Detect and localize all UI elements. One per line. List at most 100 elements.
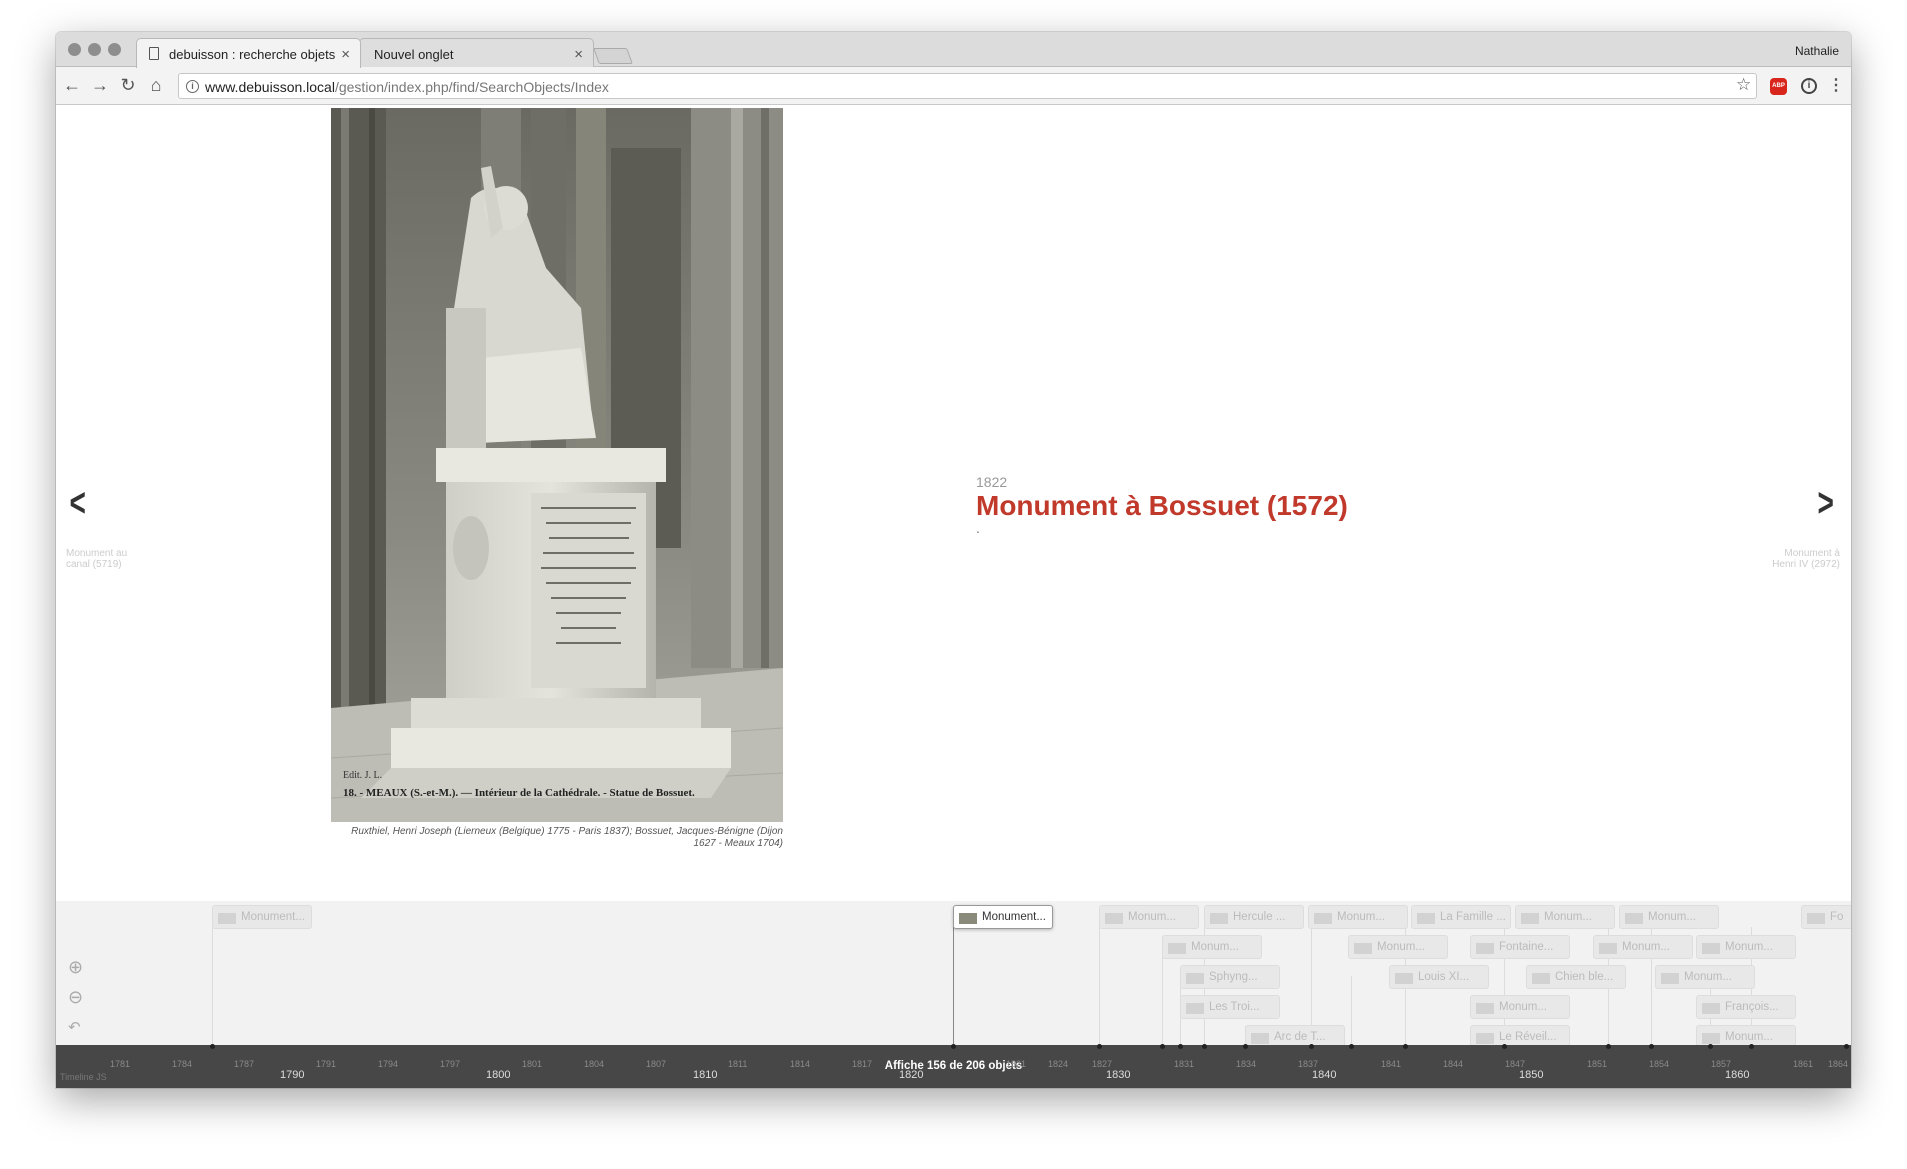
- axis-marker: [1160, 1044, 1165, 1049]
- slide-title: Monument à Bossuet (1572): [976, 490, 1348, 521]
- thumbnail: [1417, 913, 1435, 924]
- thumbnail: [1395, 973, 1413, 984]
- timeline-card[interactable]: François...: [1696, 995, 1796, 1019]
- adblock-icon[interactable]: ABP: [1770, 78, 1787, 95]
- timeline-card[interactable]: Monum...: [1348, 935, 1448, 959]
- axis-tick: 1804: [584, 1059, 605, 1069]
- close-icon[interactable]: ×: [574, 46, 583, 63]
- timeline-card[interactable]: Monum...: [1655, 965, 1755, 989]
- timeline-card[interactable]: Fontaine...: [1470, 935, 1570, 959]
- axis-marker: [1403, 1044, 1408, 1049]
- axis-tick: 1791: [316, 1059, 337, 1069]
- axis-tick: 1831: [1174, 1059, 1195, 1069]
- tab-nouvel-onglet[interactable]: Nouvel onglet ×: [359, 38, 594, 68]
- thumbnail: [1105, 913, 1123, 924]
- axis-tick: 1857: [1711, 1059, 1732, 1069]
- prev-slide-label[interactable]: Monument au canal (5719): [66, 548, 136, 570]
- bookmark-star-icon[interactable]: ☆: [1736, 75, 1751, 95]
- thumbnail: [1210, 913, 1228, 924]
- back-arrow-icon[interactable]: ←: [62, 75, 82, 96]
- extension-info-icon[interactable]: i: [1801, 78, 1817, 94]
- prev-slide-chevron-icon[interactable]: <: [70, 481, 86, 526]
- slide-date: 1822: [976, 474, 1008, 490]
- timeline-card[interactable]: Monum...: [1619, 905, 1719, 929]
- close-window-button[interactable]: [68, 43, 81, 56]
- thumbnail: [1599, 943, 1617, 954]
- back-to-start-icon[interactable]: ↶: [68, 1018, 81, 1036]
- thumbnail: [1521, 913, 1539, 924]
- axis-marker: [1606, 1044, 1611, 1049]
- thumbnail: [1314, 913, 1332, 924]
- timeline-card[interactable]: Monum...: [1515, 905, 1615, 929]
- axis-tick: 1854: [1649, 1059, 1670, 1069]
- thumbnail: [1702, 1003, 1720, 1014]
- axis-marker: [1178, 1044, 1183, 1049]
- marker-line: [1099, 927, 1100, 1045]
- axis-major-tick: 1810: [693, 1069, 718, 1081]
- close-icon[interactable]: ×: [341, 46, 350, 63]
- tab-recherche-objets[interactable]: debuisson : recherche objets ×: [136, 38, 361, 68]
- thumbnail: [1702, 943, 1720, 954]
- axis-marker: [1502, 1044, 1507, 1049]
- timeline-card-active[interactable]: Monument...: [953, 905, 1053, 929]
- axis-major-tick: 1850: [1519, 1069, 1544, 1081]
- timeline-card[interactable]: Monum...: [1162, 935, 1262, 959]
- next-slide-chevron-icon[interactable]: >: [1818, 481, 1834, 526]
- thumbnail: [218, 913, 236, 924]
- timeline-card[interactable]: Les Troi...: [1180, 995, 1280, 1019]
- axis-major-tick: 1800: [486, 1069, 511, 1081]
- timeline-card[interactable]: Monum...: [1593, 935, 1693, 959]
- timeline-card[interactable]: Monum...: [1470, 995, 1570, 1019]
- thumbnail: [1186, 973, 1204, 984]
- thumbnail: [1476, 1033, 1494, 1044]
- timeline-card[interactable]: Monument...: [212, 905, 312, 929]
- thumbnail: [1702, 1033, 1720, 1044]
- slide-photo[interactable]: Edit. J. L. 18. - MEAUX (S.-et-M.). — In…: [331, 108, 783, 822]
- axis-marker: [1309, 1044, 1314, 1049]
- timeline-card[interactable]: Hercule ...: [1204, 905, 1304, 929]
- axis-tick: 1864: [1828, 1059, 1849, 1069]
- timeline-card[interactable]: Monum...: [1696, 935, 1796, 959]
- menu-icon[interactable]: ⋮: [1828, 75, 1844, 95]
- marker-line: [953, 927, 954, 1045]
- title-bar: debuisson : recherche objets × Nouvel on…: [56, 32, 1851, 68]
- timeline-card[interactable]: Chien ble...: [1526, 965, 1626, 989]
- thumbnail: [1476, 943, 1494, 954]
- timeline-card[interactable]: Louis XI...: [1389, 965, 1489, 989]
- axis-tick: 1814: [790, 1059, 811, 1069]
- zoom-in-icon[interactable]: ⊕: [68, 957, 83, 978]
- axis-major-tick: 1830: [1106, 1069, 1131, 1081]
- zoom-window-button[interactable]: [108, 43, 121, 56]
- info-icon[interactable]: i: [186, 80, 199, 93]
- axis-marker: [1708, 1044, 1713, 1049]
- profile-name[interactable]: Nathalie: [1795, 44, 1839, 58]
- next-slide-label[interactable]: Monument à Henri IV (2972): [1758, 548, 1840, 570]
- axis-marker: [1202, 1044, 1207, 1049]
- axis-tick: 1787: [234, 1059, 255, 1069]
- timeline-axis[interactable]: Affiche 156 de 206 objets Timeline JS 17…: [56, 1044, 1851, 1088]
- new-tab-button[interactable]: [593, 48, 633, 64]
- axis-major-tick: 1840: [1312, 1069, 1337, 1081]
- forward-arrow-icon[interactable]: →: [90, 75, 110, 96]
- timeline-card[interactable]: Sphyng...: [1180, 965, 1280, 989]
- timeline-card[interactable]: Monum...: [1308, 905, 1408, 929]
- timeline-card[interactable]: Monum...: [1099, 905, 1199, 929]
- axis-tick: 1807: [646, 1059, 667, 1069]
- axis-marker: [1649, 1044, 1654, 1049]
- timeline-card[interactable]: Fo: [1801, 905, 1851, 929]
- minimize-window-button[interactable]: [88, 43, 101, 56]
- axis-marker: [1097, 1044, 1102, 1049]
- timeline-card[interactable]: La Famille ...: [1411, 905, 1511, 929]
- reload-icon[interactable]: ↻: [118, 75, 138, 96]
- thumbnail: [1168, 943, 1186, 954]
- home-icon[interactable]: ⌂: [146, 75, 166, 96]
- axis-tick: 1851: [1587, 1059, 1608, 1069]
- thumbnail: [1476, 1003, 1494, 1014]
- axis-marker: [1243, 1044, 1248, 1049]
- zoom-out-icon[interactable]: ⊖: [68, 987, 83, 1008]
- address-bar[interactable]: i www.debuisson.local/gestion/index.php/…: [178, 73, 1757, 99]
- axis-tick: 1794: [378, 1059, 399, 1069]
- axis-marker: [951, 1044, 956, 1049]
- slide-text: .: [976, 520, 980, 536]
- axis-marker: [210, 1044, 215, 1049]
